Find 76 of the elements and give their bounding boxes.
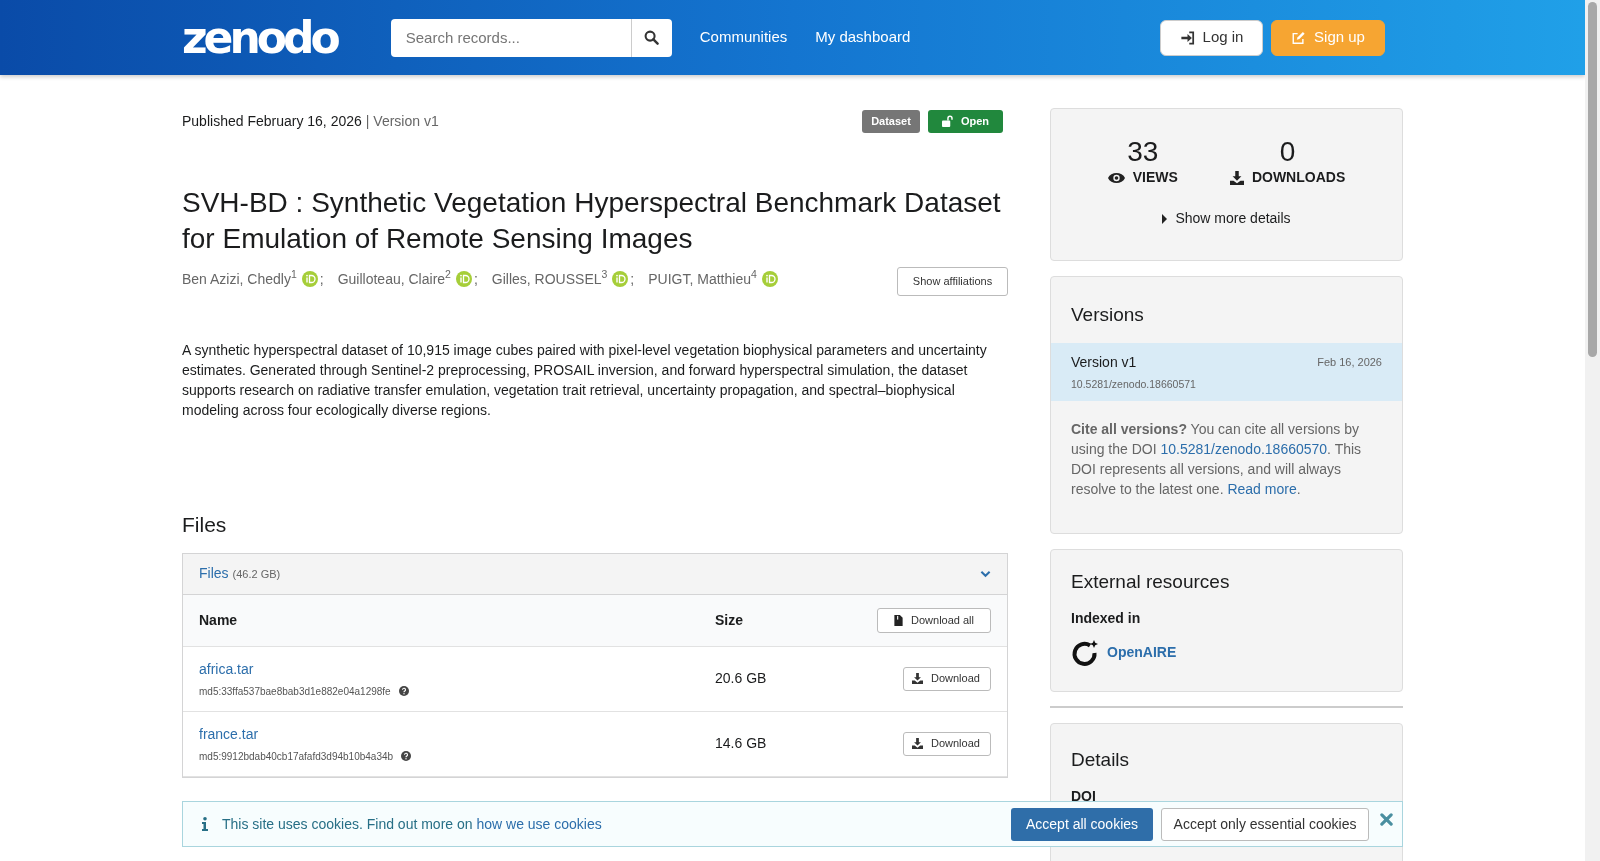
files-panel-header[interactable]: Files (46.2 GB): [183, 553, 1007, 595]
search-button[interactable]: [630, 18, 672, 57]
orcid-icon: [761, 271, 778, 287]
download-icon: [912, 673, 923, 685]
indexed-in-label: Indexed in: [1071, 608, 1142, 628]
stat-value: 0: [1279, 137, 1296, 167]
card-title: Versions: [1070, 303, 1145, 327]
accept-all-button[interactable]: Accept all cookies: [1011, 807, 1153, 841]
record-title: SVH-BD : Synthetic Vegetation Hyperspectral Benchmark Dataset for Emulation of Remote Sensing Images: [182, 185, 1002, 256]
edit-icon: [1291, 30, 1307, 45]
orcid-icon: [455, 271, 472, 287]
cookie-text: This site uses cookies. Find out more on how we use cookies: [222, 814, 602, 834]
openaire-logo-icon: [1071, 638, 1099, 667]
publication-date: Published February 16, 2026: [182, 111, 362, 131]
file-link[interactable]: africa.tar: [199, 658, 254, 680]
login-button[interactable]: Log in: [1160, 19, 1263, 56]
separator: ;: [319, 269, 324, 289]
link[interactable]: Read more: [1227, 480, 1297, 497]
checksum-text: md5:33ffa537bae8bab3d1e882e04a1298fe: [199, 684, 391, 699]
eye-icon: [1107, 171, 1125, 184]
cite-text: Cite all versions? You can cite all versions by using the DOI 10.5281/zenodo.18660570. This DOI represents all versions, and will always resolve to the latest one. Read more.: [1070, 419, 1363, 499]
help-icon: [401, 751, 412, 762]
login-icon: [1179, 30, 1195, 45]
file-icon: [894, 614, 903, 626]
stat-label: DOWNLOADS: [1251, 168, 1346, 187]
download-icon: [1229, 170, 1244, 185]
show-affiliations-button[interactable]: Show affiliations: [897, 266, 1008, 296]
logo[interactable]: zenodo: [182, 10, 343, 65]
version-item[interactable]: Version v1 Feb 16, 2026 10.5281/zenodo.18660571: [1051, 342, 1402, 401]
column-header: Size: [715, 610, 743, 630]
creator-link[interactable]: Gilles, ROUSSEL$^{3}$: [491, 268, 608, 290]
file-size: 14.6 GB: [715, 734, 767, 754]
info-icon: [202, 817, 208, 831]
stat-label: VIEWS: [1132, 168, 1178, 187]
download-button[interactable]: Download: [903, 731, 991, 756]
card-title: Details: [1071, 749, 1131, 772]
creator-link[interactable]: Ben Azizi, Chedly$^{1}$: [182, 268, 297, 290]
accept-essential-button[interactable]: Accept only essential cookies: [1161, 807, 1369, 841]
access-badge: Open: [927, 110, 1003, 133]
unlock-icon: [941, 115, 953, 128]
download-all-button[interactable]: Download all: [877, 607, 991, 633]
creator-link[interactable]: PUIGT, Matthieu$^{4}$: [648, 268, 757, 290]
nav-link[interactable]: Communities: [699, 26, 788, 49]
files-panel-title: Files (46.2 GB): [199, 564, 281, 584]
openaire-link[interactable]: OpenAIRE: [1107, 642, 1177, 664]
checksum-text: md5:9912bdab40cb17afafd3d94b10b4a34b: [199, 749, 394, 764]
version-label: Version v1: [1071, 352, 1137, 372]
separator: ;: [630, 269, 635, 289]
files-heading: Files: [182, 511, 228, 537]
search-icon: [644, 30, 660, 45]
resource-type-badge: Dataset: [862, 110, 920, 133]
cookie-policy-link[interactable]: how we use cookies: [476, 815, 602, 832]
orcid-icon: [301, 271, 318, 287]
close-icon[interactable]: [1380, 813, 1393, 826]
version-label: | Version v1: [365, 111, 439, 131]
stat-value: 33: [1127, 137, 1159, 167]
download-icon: [912, 738, 923, 750]
description-text: A synthetic hyperspectral dataset of 10,915 image cubes paired with pixel-level vegetation biophysical parameters and uncertainty estimates. Generated through Sentinel-2 preprocessing, PROSAIL inversion, and forward hyperspectral simulation, the dataset supports research on radiative transfer emulation, vegetation trait retrieval, uncertainty propagation, and spectral–biophysical modeling across four ecologically diverse regions.: [182, 340, 988, 420]
column-header: Name: [199, 610, 239, 630]
download-button[interactable]: Download: [903, 666, 991, 691]
scrollbar[interactable]: [1585, 0, 1600, 861]
nav-link[interactable]: My dashboard: [815, 26, 911, 49]
orcid-icon: [612, 271, 629, 287]
creator-link[interactable]: Guilloteau, Claire$^{2}$: [337, 268, 451, 290]
version-date: Feb 16, 2026: [1317, 355, 1382, 371]
version-doi: 10.5281/zenodo.18660571: [1071, 376, 1197, 392]
field-label: DOI: [1071, 786, 1097, 806]
show-more-toggle[interactable]: Show more details: [1051, 208, 1402, 229]
file-link[interactable]: france.tar: [199, 723, 259, 745]
separator: ;: [473, 269, 478, 289]
link[interactable]: 10.5281/zenodo.18660570: [1160, 440, 1328, 457]
file-size: 20.6 GB: [715, 669, 767, 689]
chevron-down-icon[interactable]: [980, 569, 991, 578]
card-title: External resources: [1071, 571, 1231, 594]
search-field[interactable]: Search records...: [390, 18, 631, 57]
help-icon: [398, 686, 409, 697]
